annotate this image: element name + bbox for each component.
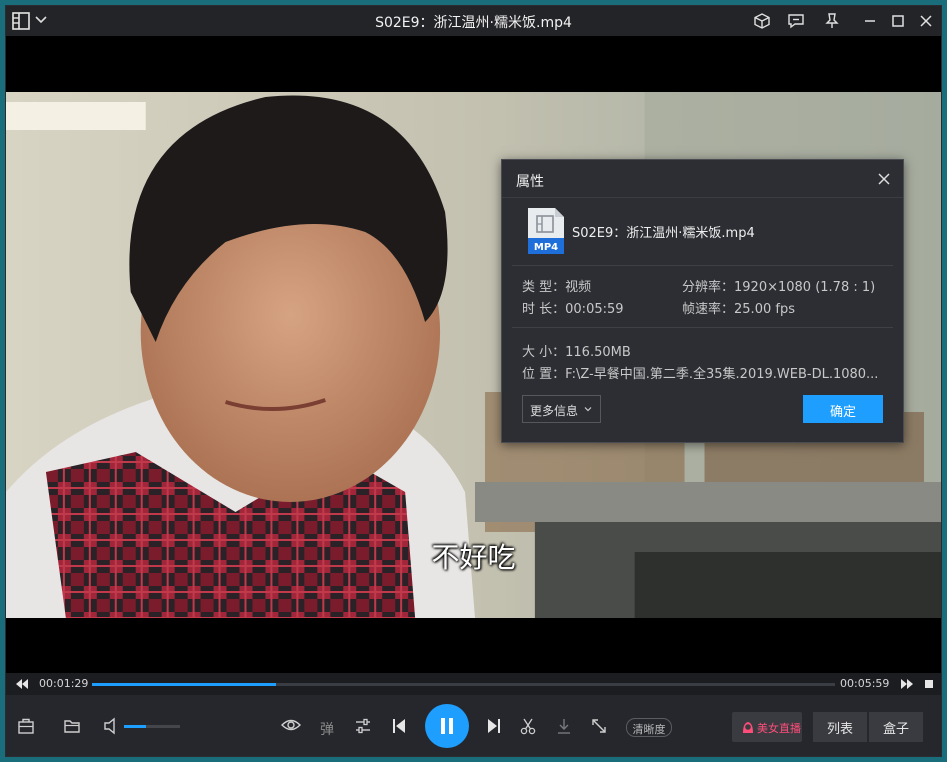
close-icon[interactable] (877, 172, 891, 186)
file-type-badge: MP4 (534, 242, 558, 253)
player-window: S02E9：浙江温州·糯米饭.mp4 不好吃 属性 MP4 S02E9：浙江温州… (5, 5, 942, 757)
title-bar: S02E9：浙江温州·糯米饭.mp4 (6, 6, 941, 36)
cube-icon[interactable] (753, 12, 771, 30)
volume-icon[interactable] (103, 717, 119, 735)
clarity-button[interactable]: 清晰度 (626, 718, 672, 737)
duration-label: 时 长： (522, 302, 566, 317)
video-area[interactable]: 不好吃 属性 MP4 S02E9：浙江温州·糯米饭.mp4 类 型：视频 分辨率… (6, 36, 941, 673)
volume-slider-fill (124, 725, 147, 728)
download-icon[interactable] (555, 717, 573, 735)
toolbox-icon[interactable] (17, 717, 35, 735)
framerate-value: 25.00 fps (734, 302, 795, 317)
video-file-icon: MP4 (528, 208, 564, 254)
duration-value: 00:05:59 (565, 302, 624, 317)
chevron-down-icon (584, 407, 592, 412)
scissors-icon[interactable] (519, 717, 537, 735)
more-info-label: 更多信息 (530, 404, 579, 418)
size-label: 大 小： (522, 345, 566, 360)
playlist-button[interactable]: 列表 (813, 712, 867, 742)
control-bar: 弹 清晰度 美女直播 列表 盒子 (6, 695, 941, 756)
live-stream-button[interactable]: 美女直播 (732, 712, 802, 742)
total-time: 00:05:59 (840, 677, 890, 690)
current-time: 00:01:29 (39, 677, 89, 690)
ok-button[interactable]: 确定 (803, 395, 883, 423)
box-button[interactable]: 盒子 (869, 712, 923, 742)
pause-icon (441, 718, 453, 734)
dialog-header: 属性 (502, 160, 903, 198)
type-value: 视频 (565, 280, 592, 295)
properties-dialog: 属性 MP4 S02E9：浙江温州·糯米饭.mp4 类 型：视频 分辨率：192… (501, 159, 904, 443)
file-name: S02E9：浙江温州·糯米饭.mp4 (572, 226, 755, 241)
size-row: 大 小：116.50MB (522, 341, 631, 360)
progress-bar-row: 00:01:29 00:05:59 (6, 673, 941, 695)
dialog-title: 属性 (516, 174, 544, 190)
fast-forward-icon[interactable] (900, 678, 914, 690)
location-label: 位 置： (522, 367, 566, 382)
maximize-icon[interactable] (889, 12, 907, 30)
resolution-label: 分辨率： (682, 280, 735, 295)
comment-icon[interactable] (787, 12, 805, 30)
live-icon (743, 722, 753, 733)
pin-icon[interactable] (823, 12, 841, 30)
seek-bar-fill (92, 683, 277, 686)
minimize-icon[interactable] (861, 12, 879, 30)
type-row: 类 型：视频 (522, 276, 591, 295)
adjust-sliders-icon[interactable] (354, 717, 372, 735)
more-info-dropdown[interactable]: 更多信息 (522, 395, 601, 423)
pause-button[interactable] (425, 704, 469, 748)
framerate-row: 帧速率：25.00 fps (682, 298, 795, 317)
seek-bar[interactable] (92, 683, 835, 686)
divider (512, 265, 893, 266)
volume-slider[interactable] (124, 725, 180, 728)
close-icon[interactable] (917, 12, 935, 30)
open-folder-icon[interactable] (63, 717, 81, 735)
divider (512, 327, 893, 328)
previous-icon[interactable] (391, 717, 407, 735)
stop-icon[interactable] (924, 679, 934, 689)
type-label: 类 型： (522, 280, 566, 295)
resolution-value: 1920×1080 (1.78 : 1) (734, 280, 876, 295)
fullscreen-icon[interactable] (590, 717, 608, 735)
resolution-row: 分辨率：1920×1080 (1.78 : 1) (682, 276, 875, 295)
rewind-icon[interactable] (15, 678, 29, 690)
framerate-label: 帧速率： (682, 302, 735, 317)
subtitle-text: 不好吃 (431, 541, 516, 574)
danmu-button[interactable]: 弹 (320, 719, 334, 739)
next-icon[interactable] (486, 717, 502, 735)
location-row: 位 置：F:\Z-早餐中国.第二季.全35集.2019.WEB-DL.1080.… (522, 363, 878, 382)
live-stream-label: 美女直播 (757, 722, 801, 735)
size-value: 116.50MB (565, 345, 631, 360)
duration-row: 时 长：00:05:59 (522, 298, 624, 317)
eye-icon[interactable] (280, 716, 302, 734)
location-value[interactable]: F:\Z-早餐中国.第二季.全35集.2019.WEB-DL.1080... (565, 367, 878, 382)
